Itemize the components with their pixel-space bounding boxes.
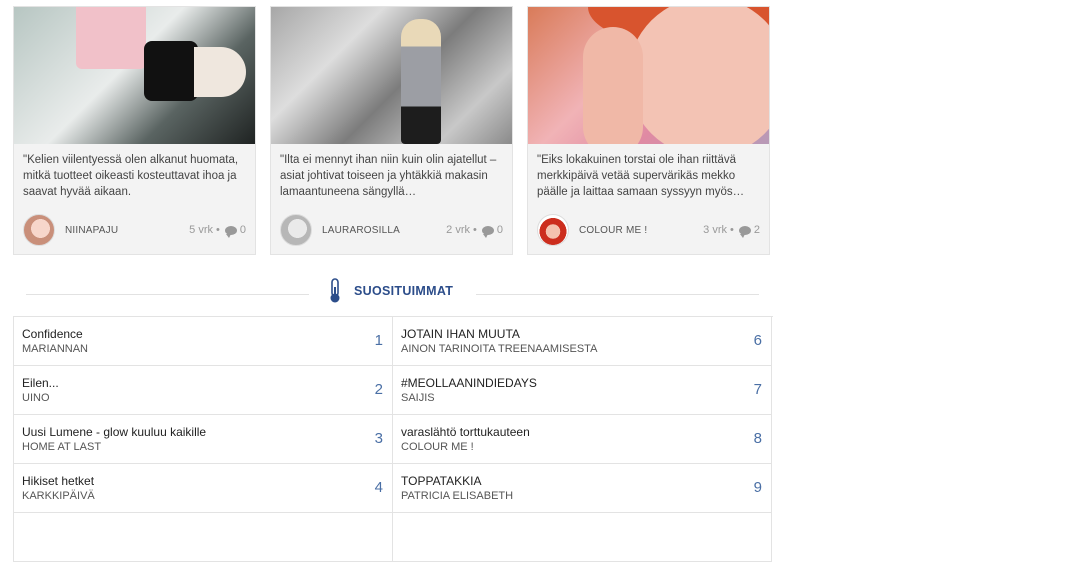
blog-name[interactable]: MARIANNAN — [22, 343, 88, 355]
separator-dot: • — [473, 224, 477, 236]
popular-post-partial[interactable] — [393, 513, 772, 562]
person-shape — [401, 19, 441, 144]
author-name[interactable]: COLOUR ME ! — [579, 225, 647, 236]
blog-name[interactable]: COLOUR ME ! — [401, 441, 474, 453]
post-stats: 5 vrk • 0 — [189, 224, 246, 238]
section-header: SUOSITUIMMAT — [13, 255, 772, 316]
rank-number: 4 — [374, 479, 383, 496]
post-card[interactable]: "Eiks lokakuinen torstai ole ihan riittä… — [527, 6, 770, 255]
post-title[interactable]: Eilen... — [22, 376, 59, 390]
comment-count: 0 — [239, 224, 246, 236]
blog-name[interactable]: KARKKIPÄIVÄ — [22, 490, 95, 502]
popular-post-partial[interactable] — [14, 513, 393, 562]
post-card[interactable]: "Ilta ei mennyt ihan niin kuin olin ajat… — [270, 6, 513, 255]
comment-count: 0 — [496, 224, 503, 236]
post-image[interactable] — [14, 7, 255, 144]
divider-line — [476, 294, 759, 295]
post-age: 2 vrk — [446, 224, 471, 236]
post-age: 5 vrk — [189, 224, 214, 236]
post-stats: 2 vrk • 0 — [446, 224, 503, 238]
avatar[interactable] — [23, 214, 55, 246]
rank-number: 1 — [374, 332, 383, 349]
post-age: 3 vrk — [703, 224, 728, 236]
post-stats: 3 vrk • 2 — [703, 224, 760, 238]
post-title[interactable]: JOTAIN IHAN MUUTA — [401, 327, 520, 341]
hand-shape — [583, 27, 643, 144]
comment-icon — [224, 225, 237, 238]
post-title[interactable]: #MEOLLAANINDIEDAYS — [401, 376, 537, 390]
dropper-cap-shape — [144, 41, 198, 101]
author-name[interactable]: LAURAROSILLA — [322, 225, 400, 236]
post-image[interactable] — [271, 7, 512, 144]
rank-number: 8 — [753, 430, 762, 447]
popular-posts-table: Confidence MARIANNAN 1 JOTAIN IHAN MUUTA… — [13, 316, 773, 562]
rank-number: 3 — [374, 430, 383, 447]
popular-post[interactable]: Confidence MARIANNAN 1 — [14, 317, 393, 366]
separator-dot: • — [730, 224, 734, 236]
separator-dot: • — [216, 224, 220, 236]
comment-icon — [738, 225, 751, 238]
author-name[interactable]: NIINAPAJU — [65, 225, 118, 236]
popular-post[interactable]: Eilen... UINO 2 — [14, 366, 393, 415]
popular-post[interactable]: Hikiset hetket KARKKIPÄIVÄ 4 — [14, 464, 393, 513]
post-meta: NIINAPAJU 5 vrk • 0 — [23, 214, 246, 246]
blog-name[interactable]: HOME AT LAST — [22, 441, 101, 453]
post-card[interactable]: "Kelien viilentyessä olen alkanut huomat… — [13, 6, 256, 255]
avatar[interactable] — [280, 214, 312, 246]
post-title[interactable]: Uusi Lumene - glow kuuluu kaikille — [22, 425, 206, 439]
rank-number: 9 — [753, 479, 762, 496]
blog-name[interactable]: PATRICIA ELISABETH — [401, 490, 513, 502]
dropper-bulb-shape — [194, 47, 246, 97]
post-excerpt[interactable]: "Kelien viilentyessä olen alkanut huomat… — [14, 144, 255, 208]
post-image[interactable] — [528, 7, 769, 144]
post-title[interactable]: Hikiset hetket — [22, 474, 94, 488]
blog-name[interactable]: AINON TARINOITA TREENAAMISESTA — [401, 343, 597, 355]
popular-post[interactable]: TOPPATAKKIA PATRICIA ELISABETH 9 — [393, 464, 772, 513]
post-title[interactable]: varaslähtö torttukauteen — [401, 425, 530, 439]
comment-icon — [481, 225, 494, 238]
blog-name[interactable]: UINO — [22, 392, 50, 404]
section-title: SUOSITUIMMAT — [328, 278, 453, 304]
serum-bottle-shape — [76, 7, 146, 69]
post-title[interactable]: TOPPATAKKIA — [401, 474, 481, 488]
post-excerpt[interactable]: "Ilta ei mennyt ihan niin kuin olin ajat… — [271, 144, 512, 208]
content-column: "Kelien viilentyessä olen alkanut huomat… — [13, 6, 772, 255]
featured-posts: "Kelien viilentyessä olen alkanut huomat… — [13, 6, 772, 255]
blog-name[interactable]: SAIJIS — [401, 392, 435, 404]
section-title-text: SUOSITUIMMAT — [354, 284, 454, 298]
popular-post[interactable]: #MEOLLAANINDIEDAYS SAIJIS 7 — [393, 366, 772, 415]
post-title[interactable]: Confidence — [22, 327, 83, 341]
divider-line — [26, 294, 309, 295]
post-meta: LAURAROSILLA 2 vrk • 0 — [280, 214, 503, 246]
rank-number: 7 — [753, 381, 762, 398]
rank-number: 6 — [753, 332, 762, 349]
popular-post[interactable]: JOTAIN IHAN MUUTA AINON TARINOITA TREENA… — [393, 317, 772, 366]
popular-post[interactable]: Uusi Lumene - glow kuuluu kaikille HOME … — [14, 415, 393, 464]
popular-post[interactable]: varaslähtö torttukauteen COLOUR ME ! 8 — [393, 415, 772, 464]
post-excerpt[interactable]: "Eiks lokakuinen torstai ole ihan riittä… — [528, 144, 769, 208]
avatar[interactable] — [537, 214, 569, 246]
post-meta: COLOUR ME ! 3 vrk • 2 — [537, 214, 760, 246]
face-shape — [628, 7, 769, 144]
rank-number: 2 — [374, 381, 383, 398]
comment-count: 2 — [753, 224, 760, 236]
thermometer-icon — [330, 278, 340, 303]
